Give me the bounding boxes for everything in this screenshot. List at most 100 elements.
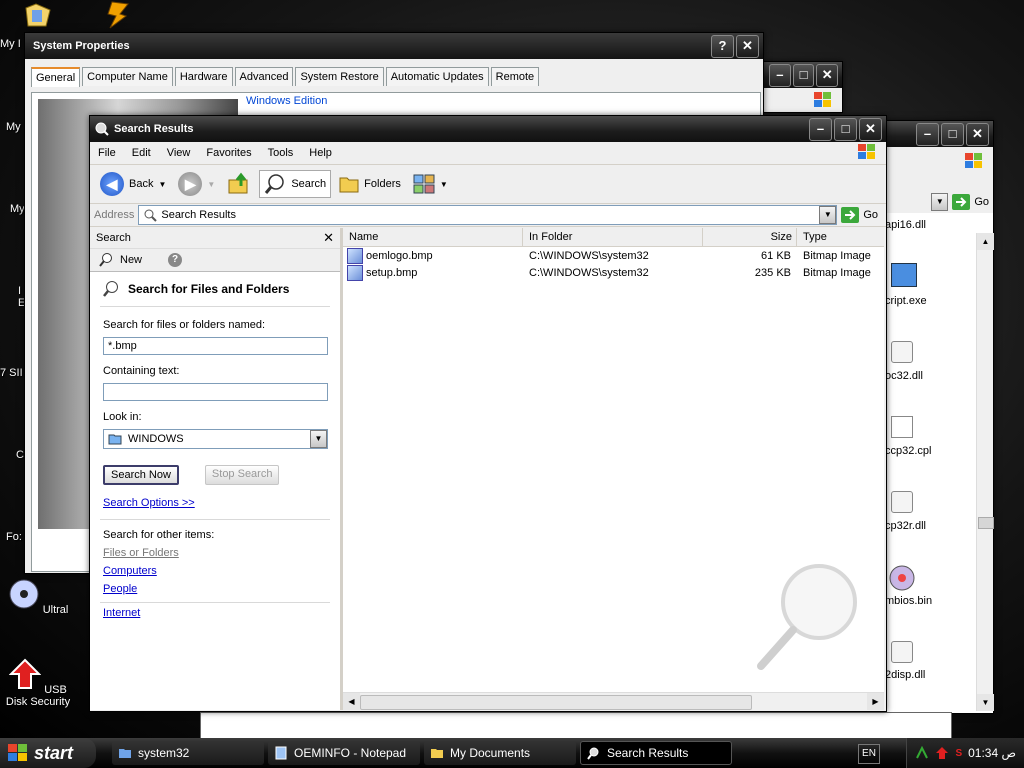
desktop-icon-usb-disk-security[interactable]: USB Disk Security [0,658,76,708]
stop-search-button[interactable]: Stop Search [204,465,280,485]
address-dropdown-button[interactable]: ▼ [819,206,837,224]
network-icon[interactable] [915,746,929,760]
horizontal-scrollbar[interactable]: ◀ ▶ [343,692,884,710]
column-type[interactable]: Type [797,228,884,246]
tab-system-restore[interactable]: System Restore [295,67,384,86]
menu-edit[interactable]: Edit [124,147,159,159]
address-dropdown-button[interactable]: ▼ [931,193,949,211]
column-size[interactable]: Size [703,228,797,246]
notepad-window-peek[interactable] [200,712,952,740]
desktop-label-partial[interactable]: My [6,121,21,133]
views-button[interactable]: ▼ [409,170,452,198]
minimize-button[interactable]: – [916,122,939,146]
scroll-right-arrow[interactable]: ▶ [867,693,884,710]
tab-automatic-updates[interactable]: Automatic Updates [385,67,489,86]
go-label[interactable]: Go [974,196,989,208]
tab-computer-name[interactable]: Computer Name [82,67,173,86]
antivirus-tray-icon[interactable]: S [955,748,962,759]
search-options-link[interactable]: Search Options >> [103,497,340,509]
start-button[interactable]: start [0,738,96,768]
tab-general[interactable]: General [31,67,81,87]
vertical-scrollbar[interactable]: ▲ ▼ [976,233,994,711]
file-item[interactable]: cript.exe [885,295,927,307]
go-arrow-icon[interactable] [841,207,860,223]
close-icon[interactable]: ✕ [323,230,334,246]
menu-favorites[interactable]: Favorites [198,147,259,159]
menu-tools[interactable]: Tools [260,147,302,159]
help-icon[interactable]: ? [168,253,183,267]
minimize-button[interactable]: – [809,117,832,141]
usb-security-tray-icon[interactable] [935,746,949,760]
chevron-down-icon[interactable]: ▼ [440,180,448,189]
search-now-button[interactable]: Search Now [103,465,179,485]
address-field[interactable]: Search Results ▼ [138,205,838,225]
search-results-window[interactable]: Search Results – □ ✕ File Edit View Favo… [89,115,887,712]
taskbar-item-system32[interactable]: system32 [112,741,264,765]
clock[interactable]: 01:34 ص [968,746,1016,760]
taskbar-item-notepad[interactable]: OEMINFO - Notepad [268,741,420,765]
background-window[interactable]: – □ ✕ [762,61,843,113]
chevron-down-icon[interactable]: ▼ [158,180,166,189]
menu-help[interactable]: Help [301,147,340,159]
desktop-label-partial[interactable]: Fo: [6,531,22,543]
scroll-up-arrow[interactable]: ▲ [977,233,994,250]
column-name[interactable]: Name [343,228,523,246]
forward-button[interactable]: ▶ ▼ [174,170,219,198]
winamp-icon[interactable] [80,0,156,33]
file-item[interactable]: mbios.bin [885,595,932,607]
close-button[interactable]: ✕ [859,117,882,141]
desktop-label-partial[interactable]: C [16,449,24,461]
scroll-thumb[interactable] [978,517,994,529]
back-button[interactable]: ◀ Back ▼ [96,170,170,198]
internet-link[interactable]: Internet [90,603,340,619]
filename-input[interactable]: *.bmp [103,337,328,355]
computers-link[interactable]: Computers [103,562,340,580]
scroll-down-arrow[interactable]: ▼ [977,694,994,711]
file-item[interactable]: api16.dll [885,219,926,231]
files-or-folders-link[interactable]: Files or Folders [103,544,340,562]
file-item[interactable]: ccp32.cpl [885,445,931,457]
scroll-thumb[interactable] [360,695,752,710]
go-button[interactable]: Go [859,209,886,221]
scroll-left-arrow[interactable]: ◀ [343,693,360,710]
close-button[interactable]: ✕ [966,122,989,146]
folders-button[interactable]: Folders [335,170,405,198]
file-item[interactable]: cp32r.dll [885,520,926,532]
people-link[interactable]: People [103,580,340,598]
desktop-label-partial[interactable]: I [18,285,21,297]
up-folder-button[interactable] [223,170,255,198]
new-search-button[interactable]: New [120,254,142,266]
chevron-down-icon[interactable]: ▼ [310,430,327,448]
look-in-select[interactable]: WINDOWS ▼ [103,429,328,449]
maximize-button[interactable]: □ [792,63,815,87]
search-button[interactable]: Search [259,170,332,198]
go-arrow-icon[interactable] [952,194,971,210]
table-row[interactable]: oemlogo.bmp C:\WINDOWS\system32 61 KB Bi… [343,247,884,264]
desktop-label-partial[interactable]: 7 SII [0,367,23,379]
file-item[interactable]: 2disp.dll [885,669,925,681]
system32-explorer-window[interactable]: – □ ✕ ▼ Go api16.dll cript.exe oc32.dll … [884,120,994,714]
taskbar-item-my-documents[interactable]: My Documents [424,741,576,765]
containing-text-input[interactable] [103,383,328,401]
tab-remote[interactable]: Remote [490,67,540,86]
maximize-button[interactable]: □ [941,122,964,146]
result-name: setup.bmp [366,266,418,279]
desktop-label-partial[interactable]: My I [0,38,21,50]
desktop-label-partial[interactable]: My [10,203,25,215]
help-button[interactable]: ? [711,34,734,58]
maximize-button[interactable]: □ [834,117,857,141]
minimize-button[interactable]: – [768,63,791,87]
tab-hardware[interactable]: Hardware [174,67,233,86]
close-button[interactable]: ✕ [816,63,838,87]
tab-advanced[interactable]: Advanced [234,67,294,86]
menu-view[interactable]: View [159,147,199,159]
taskbar-item-search-results[interactable]: Search Results [580,741,732,765]
table-row[interactable]: setup.bmp C:\WINDOWS\system32 235 KB Bit… [343,264,884,281]
language-indicator[interactable]: EN [858,744,880,764]
close-button[interactable]: ✕ [736,34,759,58]
file-item[interactable]: oc32.dll [885,370,923,382]
column-in-folder[interactable]: In Folder [523,228,703,246]
menu-file[interactable]: File [90,147,124,159]
desktop-icon-ultral[interactable]: Ultral [0,578,76,616]
desktop-shortcut-icon[interactable] [0,0,76,33]
